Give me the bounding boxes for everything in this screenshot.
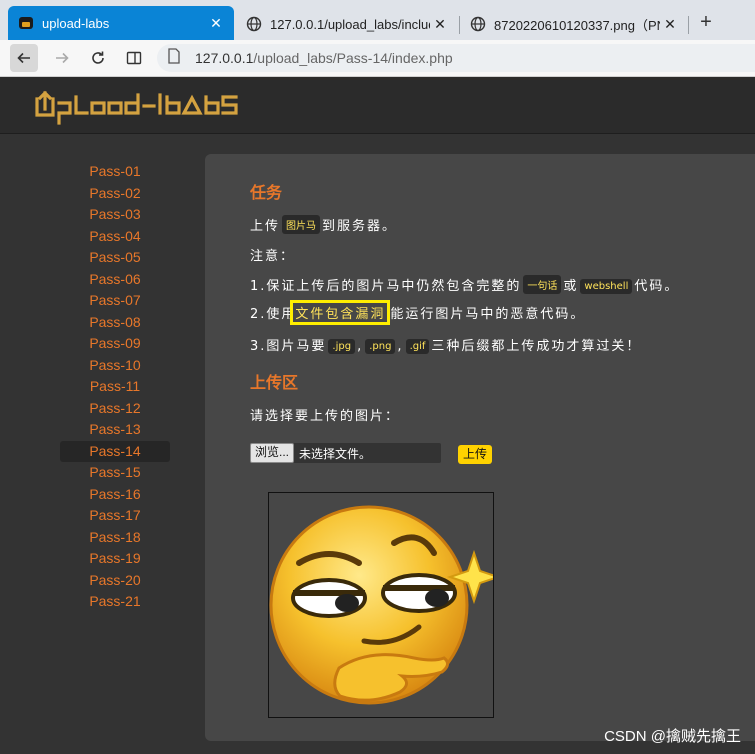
upload-prompt: 请选择要上传的图片： bbox=[250, 409, 401, 424]
reader-view-icon bbox=[126, 51, 142, 65]
page-info-icon[interactable] bbox=[167, 48, 181, 68]
note-item-2: 2.使用文件包含漏洞 能运行图片马中的恶意代码。 bbox=[250, 300, 585, 325]
site-header bbox=[0, 77, 755, 134]
back-button[interactable] bbox=[10, 44, 38, 72]
upload-labs-logo[interactable] bbox=[34, 85, 244, 129]
tab-include[interactable]: 127.0.0.1/upload_labs/include ✕ bbox=[236, 8, 458, 40]
reload-button[interactable] bbox=[84, 44, 112, 72]
code-tag: .gif bbox=[405, 339, 430, 354]
note-item-1: 1.保证上传后的图片马中仍然包含完整的 一句话或 webshell 代码。 bbox=[250, 275, 679, 294]
forward-button[interactable] bbox=[48, 44, 76, 72]
tab-png[interactable]: 8720220610120337.png（PNG ✕ bbox=[460, 8, 688, 40]
watermark: CSDN @擒贼先擒王 bbox=[604, 728, 741, 745]
smirk-emoji-icon bbox=[269, 505, 502, 705]
sidebar-item-pass-02[interactable]: Pass-02 bbox=[60, 183, 170, 205]
highlight-box: 文件包含漏洞 bbox=[290, 300, 391, 325]
upload-title: 上传区 bbox=[250, 373, 299, 392]
code-tag: .jpg bbox=[328, 339, 356, 354]
new-tab-button[interactable]: + bbox=[694, 10, 718, 34]
close-tab-icon[interactable]: ✕ bbox=[430, 16, 450, 33]
reload-icon bbox=[92, 51, 104, 64]
sidebar-item-pass-17[interactable]: Pass-17 bbox=[60, 505, 170, 527]
sidebar-item-pass-06[interactable]: Pass-06 bbox=[60, 269, 170, 291]
pass-sidebar: Pass-01 Pass-02 Pass-03 Pass-04 Pass-05 … bbox=[60, 161, 170, 613]
sidebar-item-pass-12[interactable]: Pass-12 bbox=[60, 398, 170, 420]
sidebar-item-pass-19[interactable]: Pass-19 bbox=[60, 548, 170, 570]
sidebar-item-pass-21[interactable]: Pass-21 bbox=[60, 591, 170, 613]
browser-tab-bar: upload-labs ✕ 127.0.0.1/upload_labs/incl… bbox=[0, 0, 755, 40]
sidebar-item-pass-03[interactable]: Pass-03 bbox=[60, 204, 170, 226]
sidebar-item-pass-18[interactable]: Pass-18 bbox=[60, 527, 170, 549]
sidebar-item-pass-13[interactable]: Pass-13 bbox=[60, 419, 170, 441]
sidebar-item-pass-16[interactable]: Pass-16 bbox=[60, 484, 170, 506]
globe-icon bbox=[470, 16, 486, 32]
file-input[interactable]: 浏览... 未选择文件。 bbox=[250, 443, 441, 463]
arrow-left-icon bbox=[17, 52, 30, 64]
tab-separator bbox=[688, 16, 689, 34]
uploaded-image-preview bbox=[268, 492, 502, 718]
task-title: 任务 bbox=[250, 183, 283, 202]
globe-icon bbox=[246, 16, 262, 32]
site-favicon-icon bbox=[18, 15, 34, 31]
sidebar-item-pass-15[interactable]: Pass-15 bbox=[60, 462, 170, 484]
tab-upload-labs[interactable]: upload-labs ✕ bbox=[8, 6, 234, 40]
sidebar-item-pass-08[interactable]: Pass-08 bbox=[60, 312, 170, 334]
tab-label: 8720220610120337.png（PNG bbox=[494, 17, 660, 33]
code-tag: .png bbox=[365, 339, 396, 354]
close-tab-icon[interactable]: ✕ bbox=[660, 16, 680, 33]
sidebar-item-pass-20[interactable]: Pass-20 bbox=[60, 570, 170, 592]
file-status: 未选择文件。 bbox=[299, 446, 372, 461]
upload-button[interactable]: 上传 bbox=[458, 445, 493, 464]
sidebar-item-pass-04[interactable]: Pass-04 bbox=[60, 226, 170, 248]
code-tag: 图片马 bbox=[282, 215, 321, 234]
task-line: 上传 图片马 到服务器。 bbox=[250, 215, 397, 234]
address-bar[interactable]: 127.0.0.1/upload_labs/Pass-14/index.php bbox=[157, 44, 755, 72]
sidebar-item-pass-10[interactable]: Pass-10 bbox=[60, 355, 170, 377]
page: Pass-01 Pass-02 Pass-03 Pass-04 Pass-05 … bbox=[0, 77, 755, 754]
browser-nav-bar: 127.0.0.1/upload_labs/Pass-14/index.php bbox=[0, 40, 755, 77]
sidebar-item-pass-01[interactable]: Pass-01 bbox=[60, 161, 170, 183]
close-tab-icon[interactable]: ✕ bbox=[206, 15, 226, 32]
note-label: 注意： bbox=[250, 249, 296, 264]
main-content: 任务 上传 图片马 到服务器。 注意： 1.保证上传后的图片马中仍然包含完整的 一句话… bbox=[205, 154, 755, 741]
note-item-3: 3.图片马要 .jpg, .png, .gif 三种后缀都上传成功才算过关！ bbox=[250, 339, 642, 354]
sidebar-item-pass-09[interactable]: Pass-09 bbox=[60, 333, 170, 355]
code-tag: 一句话 bbox=[523, 275, 562, 294]
tab-label: 127.0.0.1/upload_labs/include bbox=[270, 16, 430, 32]
sidebar-item-pass-14[interactable]: Pass-14 bbox=[60, 440, 170, 462]
code-tag: webshell bbox=[580, 279, 633, 294]
browse-button[interactable]: 浏览... bbox=[250, 443, 295, 463]
url-text: 127.0.0.1/upload_labs/Pass-14/index.php bbox=[195, 50, 453, 66]
reader-view-button[interactable] bbox=[120, 44, 148, 72]
sidebar-item-pass-07[interactable]: Pass-07 bbox=[60, 290, 170, 312]
sidebar-item-pass-11[interactable]: Pass-11 bbox=[60, 376, 170, 398]
tab-label: upload-labs bbox=[42, 15, 110, 31]
sidebar-item-pass-05[interactable]: Pass-05 bbox=[60, 247, 170, 269]
arrow-right-icon bbox=[56, 52, 69, 64]
